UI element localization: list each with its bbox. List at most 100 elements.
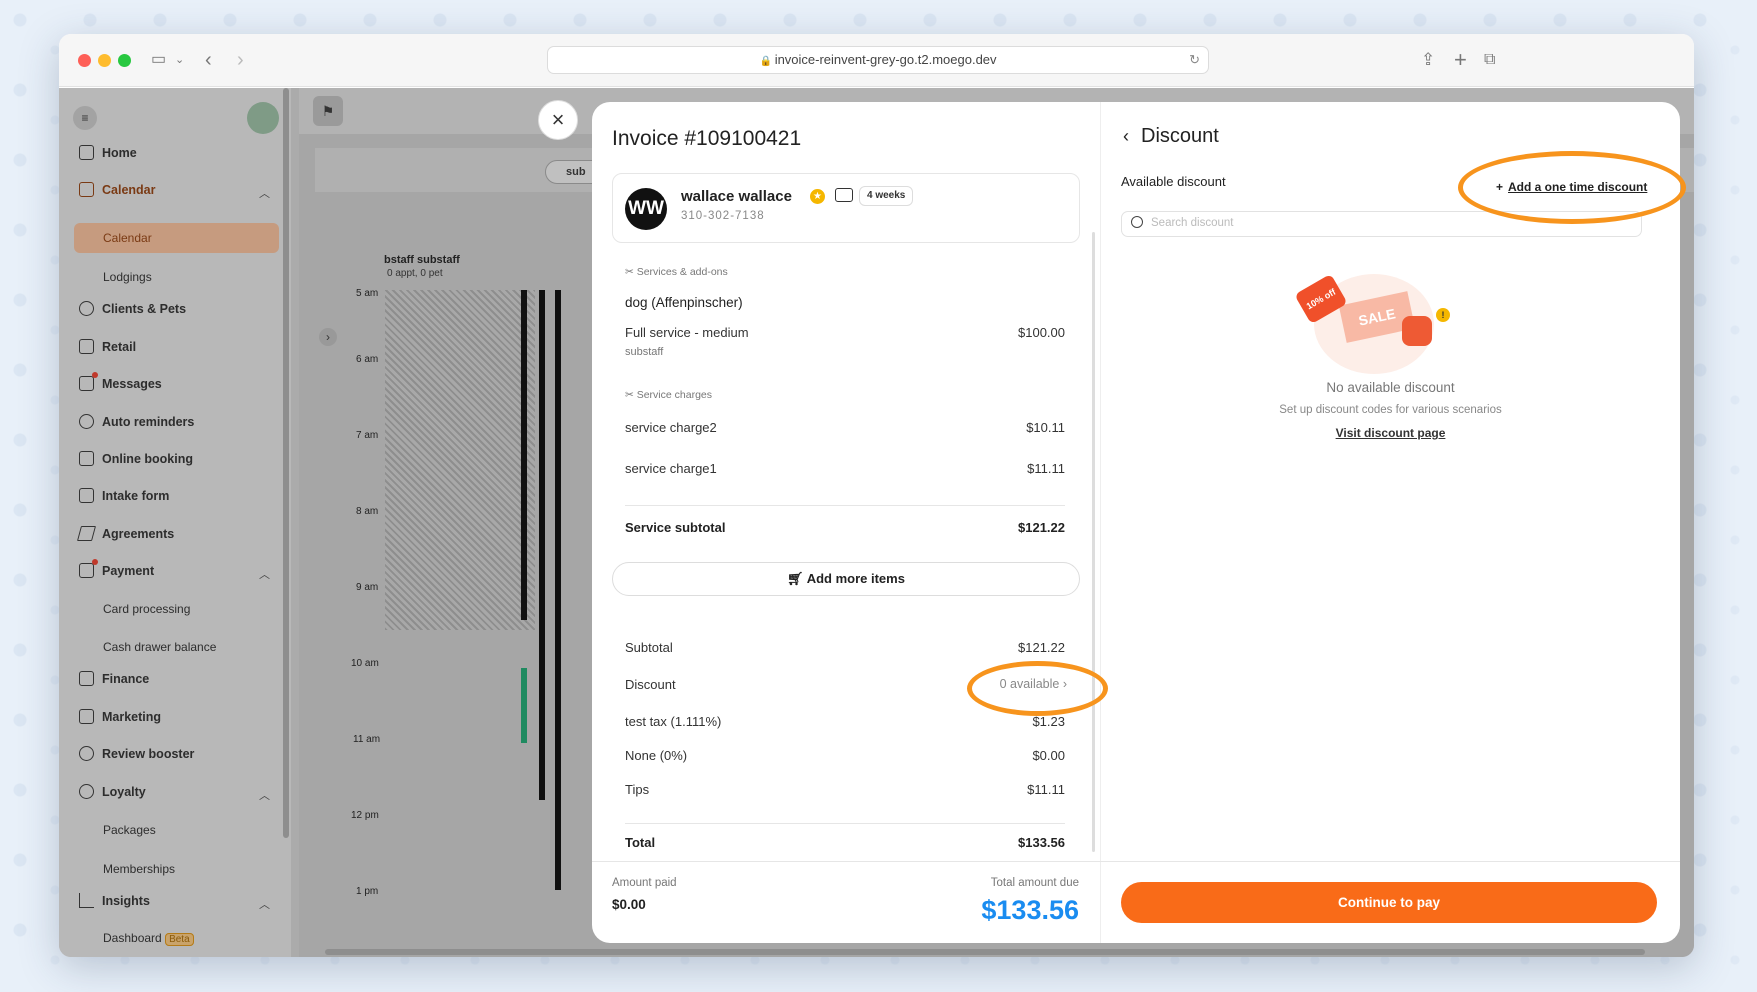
menu-icon[interactable]: ≡	[73, 106, 97, 130]
sidebar-sub-packages[interactable]: Packages	[103, 823, 156, 837]
loyalty-icon	[79, 784, 94, 799]
chevron-down-icon[interactable]: ⌄	[175, 49, 184, 71]
home-icon	[79, 145, 94, 160]
sidebar-item-label: Payment	[102, 563, 155, 578]
sidebar-item-insights[interactable]: Insights	[79, 893, 150, 908]
total-due-value: $133.56	[981, 895, 1079, 925]
visit-discount-page-link[interactable]: Visit discount page	[1101, 426, 1680, 440]
sidebar-item-home[interactable]: Home	[79, 145, 137, 160]
sidebar-sub-calendar[interactable]: Calendar	[103, 231, 152, 245]
sidebar-item-review-booster[interactable]: Review booster	[79, 746, 194, 761]
reload-icon[interactable]: ↻	[1189, 47, 1200, 73]
close-modal-button[interactable]: ×	[538, 100, 578, 140]
continue-to-pay-button[interactable]: Continue to pay	[1121, 882, 1657, 923]
pet-logo-icon[interactable]: ⚑	[313, 96, 343, 126]
pen-icon	[76, 526, 97, 541]
discount-label: Discount	[625, 677, 676, 692]
highlight-add-one-time-discount	[1458, 151, 1686, 224]
chevron-up-icon[interactable]: ︿	[259, 566, 270, 582]
share-icon[interactable]: ⇪	[1421, 49, 1435, 71]
business-logo[interactable]	[247, 102, 279, 134]
unread-dot	[92, 372, 98, 378]
invoice-scrollbar[interactable]	[1092, 232, 1095, 852]
discount-back-button[interactable]: ‹ Discount	[1123, 125, 1219, 148]
cat-mascot	[1402, 316, 1432, 346]
tips-label: Tips	[625, 782, 650, 797]
calendar-horizontal-scrollbar[interactable]	[325, 949, 1645, 955]
payment-icon	[79, 559, 98, 578]
appointment-bar[interactable]	[555, 290, 561, 890]
invoice-title: Invoice #109100421	[612, 127, 802, 150]
client-avatar: WW	[625, 188, 667, 230]
chevron-right-icon[interactable]: ›	[319, 328, 337, 346]
exclamation-icon: !	[1436, 308, 1450, 322]
service-subtotal-label: Service subtotal	[625, 520, 726, 535]
footer-divider	[592, 861, 1101, 862]
review-icon	[79, 746, 94, 761]
chevron-up-icon[interactable]: ︿	[259, 896, 270, 912]
sidebar-toggle-icon[interactable]: ▭	[151, 49, 166, 71]
minimize-window-button[interactable]	[98, 54, 111, 67]
sale-illustration: SALE 10% off !	[1294, 264, 1450, 374]
client-card[interactable]: WW wallace wallace ★ 4 weeks 310-302-713…	[612, 173, 1080, 243]
charge-name[interactable]: service charge2	[625, 420, 717, 435]
sidebar-scrollbar[interactable]	[283, 88, 289, 838]
megaphone-icon	[79, 709, 94, 724]
sidebar-item-payment[interactable]: Payment	[79, 559, 155, 578]
sidebar-item-agreements[interactable]: Agreements	[76, 526, 174, 541]
sidebar-item-label: Messages	[102, 376, 162, 391]
appointment-bar[interactable]	[521, 668, 527, 743]
sidebar-item-clients[interactable]: Clients & Pets	[79, 301, 186, 316]
alert-dot	[92, 559, 98, 565]
cart-icon: 🛒︎	[787, 571, 807, 586]
zoom-window-button[interactable]	[118, 54, 131, 67]
forward-icon[interactable]: ›	[237, 49, 244, 71]
sidebar-item-label: Retail	[102, 339, 137, 354]
sidebar-sub-dashboard[interactable]: Dashboard Beta	[103, 931, 194, 946]
charge-price: $10.11	[1026, 420, 1065, 435]
address-bar[interactable]: 🔒 invoice-reinvent-grey-go.t2.moego.dev ↻	[547, 46, 1209, 74]
search-placeholder: Search discount	[1151, 217, 1234, 229]
sidebar-item-calendar[interactable]: Calendar	[79, 182, 156, 197]
sidebar-item-messages[interactable]: Messages	[79, 372, 162, 391]
sidebar-item-marketing[interactable]: Marketing	[79, 709, 161, 724]
charge-name[interactable]: service charge1	[625, 461, 717, 476]
sidebar-item-loyalty[interactable]: Loyalty	[79, 784, 146, 799]
invoice-modal: Invoice #109100421 WW wallace wallace ★ …	[592, 102, 1680, 943]
sidebar-item-online-booking[interactable]: Online booking	[79, 451, 193, 466]
sidebar-sub-cash-drawer[interactable]: Cash drawer balance	[103, 640, 216, 654]
back-icon[interactable]: ‹	[205, 49, 212, 71]
url-text: invoice-reinvent-grey-go.t2.moego.dev	[774, 52, 997, 67]
sidebar-item-auto-reminders[interactable]: Auto reminders	[79, 414, 194, 429]
close-window-button[interactable]	[78, 54, 91, 67]
sidebar-item-retail[interactable]: Retail	[79, 339, 136, 354]
tabs-overview-icon[interactable]: ⧉	[1484, 49, 1495, 71]
calendar-icon	[79, 182, 94, 197]
staff-summary: 0 appt, 0 pet	[387, 268, 443, 279]
appointment-bar[interactable]	[521, 290, 527, 620]
scissors-icon: ✂	[625, 266, 637, 278]
dashboard-label: Dashboard	[103, 931, 162, 945]
highlight-discount-available	[967, 661, 1108, 716]
form-icon	[79, 488, 94, 503]
chevron-up-icon[interactable]: ︿	[259, 185, 270, 201]
chevron-up-icon[interactable]: ︿	[259, 787, 270, 803]
sidebar-sub-memberships[interactable]: Memberships	[103, 862, 175, 876]
none-tax-value: $0.00	[1032, 748, 1065, 763]
new-tab-icon[interactable]: +	[1454, 49, 1467, 71]
pet-name: dog (Affenpinscher)	[625, 295, 743, 310]
charges-header: ✂ Service charges	[625, 389, 712, 401]
time-label: 11 am	[353, 734, 381, 745]
appointment-bar[interactable]	[539, 290, 545, 800]
chart-icon	[79, 893, 94, 908]
sidebar-sub-card-processing[interactable]: Card processing	[103, 602, 190, 616]
add-more-items-button[interactable]: 🛒︎ Add more items	[612, 562, 1080, 596]
sidebar-item-intake-form[interactable]: Intake form	[79, 488, 169, 503]
total-value: $133.56	[1018, 835, 1065, 850]
service-name[interactable]: Full service - medium	[625, 325, 749, 340]
time-label: 12 pm	[351, 810, 379, 821]
empty-state-subtitle: Set up discount codes for various scenar…	[1279, 404, 1502, 416]
client-name: wallace wallace	[681, 188, 792, 205]
sidebar-sub-lodgings[interactable]: Lodgings	[103, 270, 152, 284]
sidebar-item-finance[interactable]: Finance	[79, 671, 149, 686]
